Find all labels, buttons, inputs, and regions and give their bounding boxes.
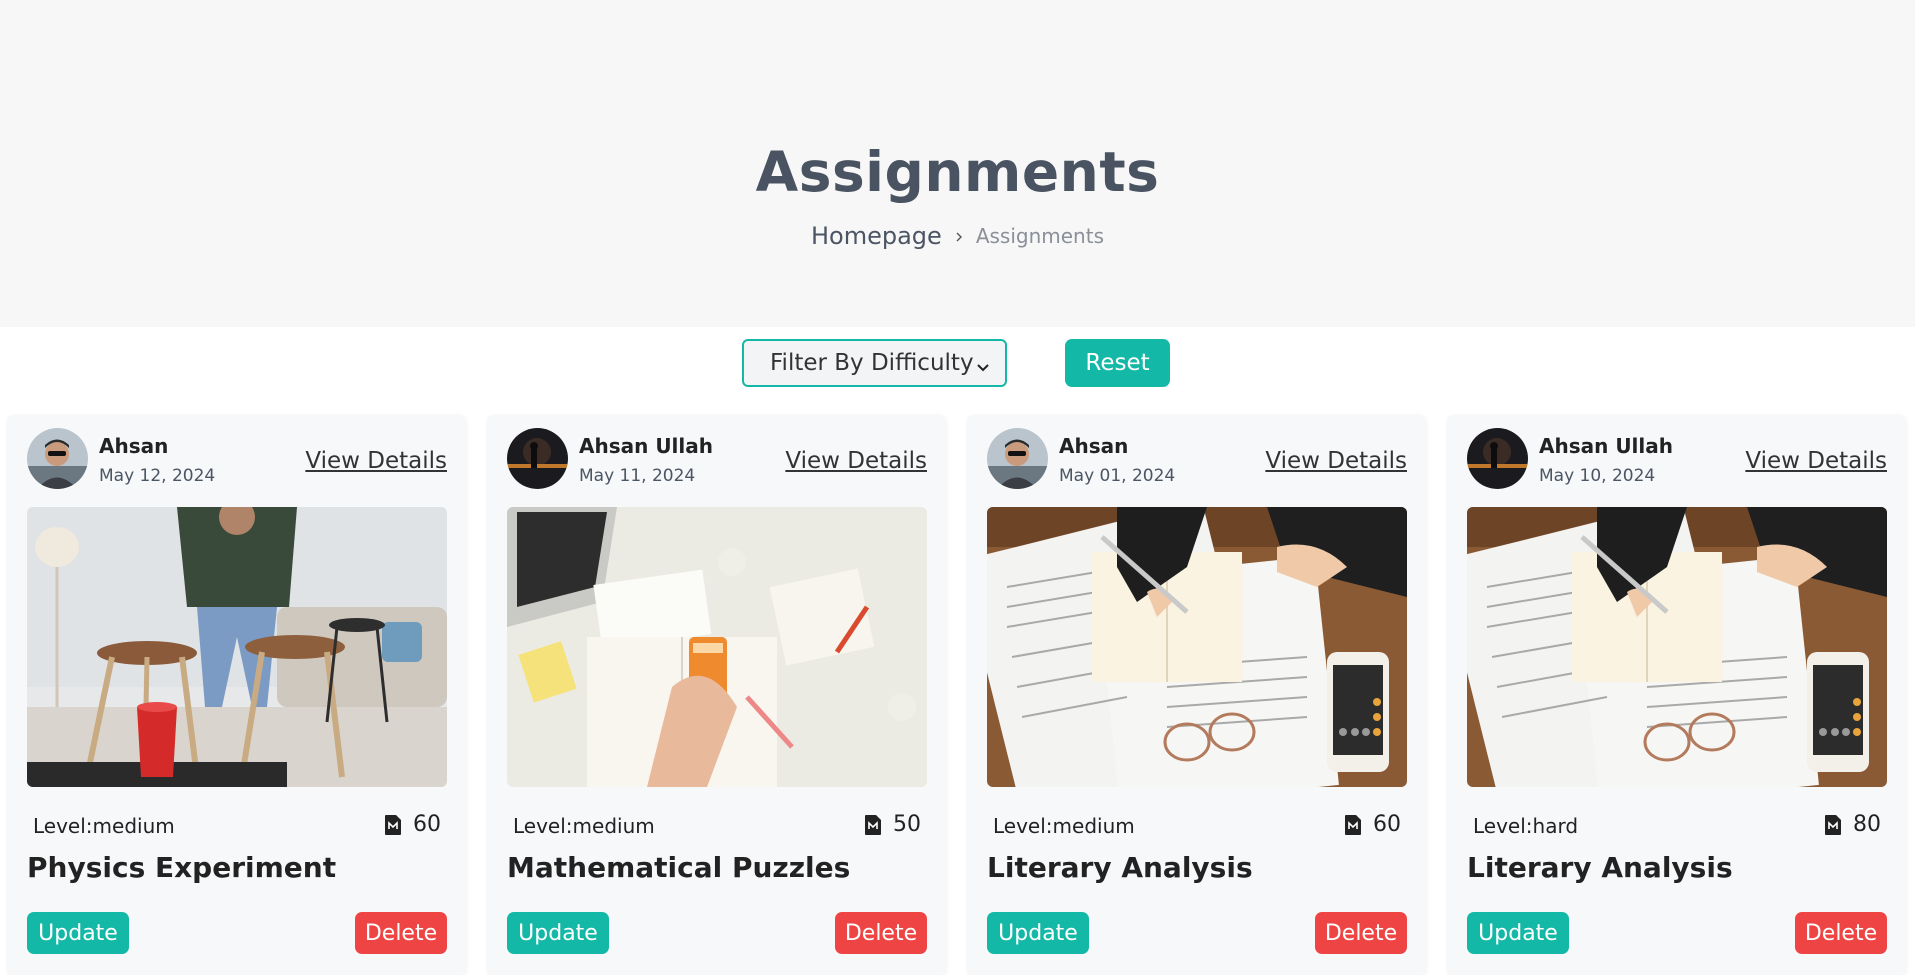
physics-photo bbox=[27, 507, 447, 787]
post-date: May 10, 2024 bbox=[1539, 466, 1656, 486]
assignment-card: Ahsan May 12, 2024 View Details Level:me… bbox=[8, 415, 466, 975]
document-icon bbox=[385, 814, 401, 835]
assignment-card: Ahsan Ullah May 10, 2024 View Details Le… bbox=[1448, 415, 1906, 975]
marks-value: 60 bbox=[413, 812, 441, 837]
assignment-title: Mathematical Puzzles bbox=[507, 851, 851, 884]
breadcrumb-home-link[interactable]: Homepage bbox=[811, 222, 942, 250]
difficulty-filter-select[interactable]: Filter By Difficulty bbox=[742, 339, 1007, 387]
assignment-card: Ahsan Ullah May 11, 2024 View Details Le… bbox=[488, 415, 946, 975]
avatar bbox=[27, 428, 88, 489]
assignment-card-grid: Ahsan May 12, 2024 View Details Level:me… bbox=[8, 415, 1907, 975]
marks: 60 bbox=[1345, 812, 1401, 837]
level-row: Level:medium 60 bbox=[987, 812, 1407, 842]
document-icon bbox=[1345, 814, 1361, 835]
update-button[interactable]: Update bbox=[1467, 912, 1569, 954]
literary-photo bbox=[987, 507, 1407, 787]
breadcrumb-current: Assignments bbox=[975, 224, 1104, 248]
level-row: Level:hard 80 bbox=[1467, 812, 1887, 842]
level-row: Level:medium 50 bbox=[507, 812, 927, 842]
marks: 50 bbox=[865, 812, 921, 837]
assignment-thumbnail bbox=[507, 507, 927, 787]
page-title: Assignments bbox=[755, 140, 1160, 204]
avatar bbox=[507, 428, 568, 489]
chevron-right-icon bbox=[952, 229, 966, 243]
delete-button[interactable]: Delete bbox=[355, 912, 447, 954]
view-details-link[interactable]: View Details bbox=[305, 448, 447, 474]
post-date: May 01, 2024 bbox=[1059, 466, 1176, 486]
page-hero: Assignments Homepage Assignments bbox=[0, 0, 1915, 327]
avatar bbox=[1467, 428, 1528, 489]
view-details-link[interactable]: View Details bbox=[785, 448, 927, 474]
math-photo bbox=[507, 507, 927, 787]
author-name: Ahsan bbox=[1059, 434, 1129, 458]
document-icon bbox=[1825, 814, 1841, 835]
marks-value: 50 bbox=[893, 812, 921, 837]
marks: 60 bbox=[385, 812, 441, 837]
delete-button[interactable]: Delete bbox=[835, 912, 927, 954]
delete-button[interactable]: Delete bbox=[1795, 912, 1887, 954]
assignment-thumbnail bbox=[27, 507, 447, 787]
marks-value: 60 bbox=[1373, 812, 1401, 837]
marks: 80 bbox=[1825, 812, 1881, 837]
card-header: Ahsan May 01, 2024 View Details bbox=[987, 428, 1407, 490]
author-name: Ahsan bbox=[99, 434, 169, 458]
chevron-down-icon bbox=[975, 355, 991, 372]
author-name: Ahsan Ullah bbox=[1539, 434, 1674, 458]
delete-button[interactable]: Delete bbox=[1315, 912, 1407, 954]
difficulty-filter-value: Filter By Difficulty bbox=[770, 350, 974, 376]
literary-photo bbox=[1467, 507, 1887, 787]
difficulty-level: Level:medium bbox=[513, 814, 655, 838]
update-button[interactable]: Update bbox=[27, 912, 129, 954]
card-header: Ahsan Ullah May 10, 2024 View Details bbox=[1467, 428, 1887, 490]
assignment-thumbnail bbox=[1467, 507, 1887, 787]
view-details-link[interactable]: View Details bbox=[1265, 448, 1407, 474]
level-row: Level:medium 60 bbox=[27, 812, 447, 842]
difficulty-level: Level:medium bbox=[993, 814, 1135, 838]
view-details-link[interactable]: View Details bbox=[1745, 448, 1887, 474]
avatar bbox=[987, 428, 1048, 489]
difficulty-level: Level:hard bbox=[1473, 814, 1579, 838]
post-date: May 12, 2024 bbox=[99, 466, 216, 486]
marks-value: 80 bbox=[1853, 812, 1881, 837]
filter-bar: Filter By Difficulty Reset bbox=[0, 339, 1915, 387]
update-button[interactable]: Update bbox=[507, 912, 609, 954]
author-name: Ahsan Ullah bbox=[579, 434, 714, 458]
difficulty-level: Level:medium bbox=[33, 814, 175, 838]
assignment-card: Ahsan May 01, 2024 View Details Level:me… bbox=[968, 415, 1426, 975]
breadcrumb: Homepage Assignments bbox=[0, 222, 1915, 250]
assignment-title: Literary Analysis bbox=[1467, 851, 1733, 884]
card-header: Ahsan Ullah May 11, 2024 View Details bbox=[507, 428, 927, 490]
document-icon bbox=[865, 814, 881, 835]
assignment-title: Literary Analysis bbox=[987, 851, 1253, 884]
update-button[interactable]: Update bbox=[987, 912, 1089, 954]
reset-button[interactable]: Reset bbox=[1065, 339, 1170, 387]
card-header: Ahsan May 12, 2024 View Details bbox=[27, 428, 447, 490]
post-date: May 11, 2024 bbox=[579, 466, 696, 486]
assignment-title: Physics Experiment bbox=[27, 851, 337, 884]
assignment-thumbnail bbox=[987, 507, 1407, 787]
